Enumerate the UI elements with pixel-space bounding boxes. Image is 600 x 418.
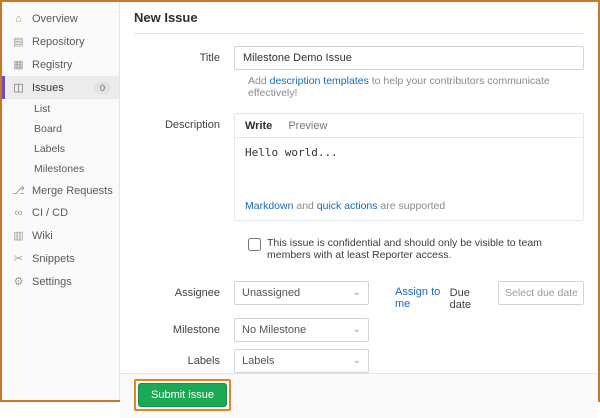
sidebar-item-issues-board[interactable]: Board [2, 119, 119, 139]
sidebar-item-issues-list[interactable]: List [2, 99, 119, 119]
markdown-link[interactable]: Markdown [245, 200, 293, 212]
description-label: Description [134, 113, 234, 131]
title-label: Title [134, 46, 234, 64]
tab-preview[interactable]: Preview [288, 120, 327, 132]
description-editor: Write Preview Hello world... Markdown an… [234, 113, 584, 221]
sidebar-item-merge-requests[interactable]: ⎇ Merge Requests 0 [2, 179, 119, 202]
wiki-icon: ▥ [12, 229, 25, 242]
submit-issue-button[interactable]: Submit issue [138, 383, 227, 407]
assignee-label: Assignee [134, 281, 234, 299]
sidebar-item-label: Wiki [32, 230, 53, 242]
sidebar-item-label: Registry [32, 59, 72, 71]
sidebar-item-issues-labels[interactable]: Labels [2, 139, 119, 159]
due-date-input[interactable] [498, 281, 584, 305]
quick-actions-link[interactable]: quick actions [317, 200, 378, 212]
sidebar-item-label: Repository [32, 36, 85, 48]
sidebar-item-label: Overview [32, 13, 78, 25]
milestone-select[interactable]: No Milestone ⌄ [234, 318, 369, 342]
pipeline-icon: ∞ [12, 207, 25, 219]
project-sidebar: ⌂ Overview ▤ Repository ▦ Registry ◫ Iss… [2, 2, 120, 400]
sidebar-item-overview[interactable]: ⌂ Overview [2, 8, 119, 30]
confidential-label: This issue is confidential and should on… [267, 237, 584, 261]
labels-select[interactable]: Labels ⌄ [234, 349, 369, 373]
tab-write[interactable]: Write [245, 120, 272, 132]
description-textarea[interactable]: Hello world... [235, 138, 583, 196]
form-footer: Submit issue [120, 373, 598, 418]
helper-prefix: Add [248, 75, 270, 87]
sidebar-item-label: Issues [32, 82, 64, 94]
sidebar-item-settings[interactable]: ⚙ Settings [2, 270, 119, 293]
confidential-checkbox[interactable] [248, 238, 261, 251]
milestone-label: Milestone [134, 318, 234, 336]
sidebar-item-wiki[interactable]: ▥ Wiki [2, 224, 119, 247]
md-mid: and [293, 200, 316, 212]
labels-label: Labels [134, 349, 234, 367]
sidebar-item-label: Snippets [32, 253, 75, 265]
sidebar-item-registry[interactable]: ▦ Registry [2, 53, 119, 76]
editor-tabs: Write Preview [235, 114, 583, 138]
sidebar-item-ci-cd[interactable]: ∞ CI / CD [2, 202, 119, 224]
sidebar-item-label: Settings [32, 276, 72, 288]
markdown-helper-text: Markdown and quick actions are supported [235, 196, 583, 220]
annotation-highlight-box: Submit issue [134, 379, 231, 411]
assign-to-me-link[interactable]: Assign to me [395, 286, 450, 310]
divider [134, 33, 584, 34]
chevron-down-icon: ⌄ [353, 288, 361, 298]
page-title: New Issue [134, 10, 584, 25]
issues-count-badge: 0 [94, 82, 111, 94]
labels-value: Labels [242, 355, 274, 367]
due-date-label: Due date [450, 281, 488, 311]
snippets-icon: ✂ [12, 252, 25, 265]
assignee-value: Unassigned [242, 287, 300, 299]
sidebar-item-label: CI / CD [32, 207, 68, 219]
main-content: New Issue Title Add description template… [120, 2, 598, 400]
milestone-value: No Milestone [242, 324, 306, 336]
title-input[interactable] [234, 46, 584, 70]
chevron-down-icon: ⌄ [353, 356, 361, 366]
chevron-down-icon: ⌄ [353, 325, 361, 335]
merge-request-icon: ⎇ [12, 184, 25, 197]
issues-icon: ◫ [12, 81, 25, 94]
confidential-row: This issue is confidential and should on… [248, 237, 584, 261]
registry-icon: ▦ [12, 58, 25, 71]
sidebar-item-snippets[interactable]: ✂ Snippets [2, 247, 119, 270]
repository-icon: ▤ [12, 35, 25, 48]
description-templates-link[interactable]: description templates [270, 75, 369, 87]
sidebar-item-issues[interactable]: ◫ Issues 0 [2, 76, 119, 99]
md-suffix: are supported [378, 200, 446, 212]
sidebar-item-repository[interactable]: ▤ Repository [2, 30, 119, 53]
sidebar-item-issues-milestones[interactable]: Milestones [2, 159, 119, 179]
gear-icon: ⚙ [12, 275, 25, 288]
home-icon: ⌂ [12, 13, 25, 25]
assignee-select[interactable]: Unassigned ⌄ [234, 281, 369, 305]
sidebar-item-label: Merge Requests [32, 185, 113, 197]
title-helper-text: Add description templates to help your c… [248, 75, 584, 99]
